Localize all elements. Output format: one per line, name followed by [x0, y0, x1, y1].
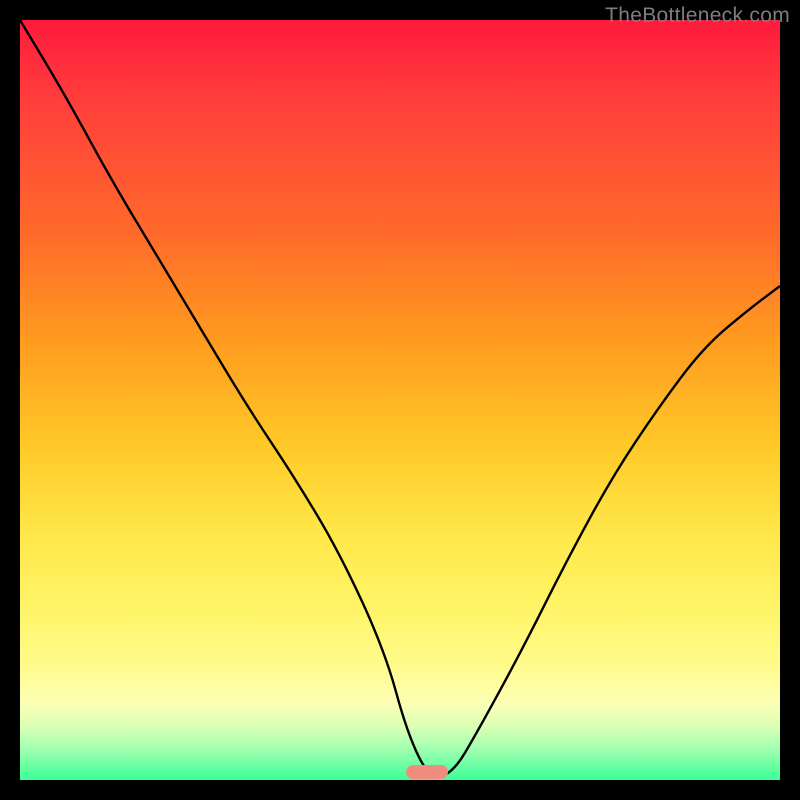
optimal-marker: [406, 765, 448, 779]
chart-frame: TheBottleneck.com: [0, 0, 800, 800]
bottleneck-curve: [20, 20, 780, 780]
plot-area: [20, 20, 780, 780]
